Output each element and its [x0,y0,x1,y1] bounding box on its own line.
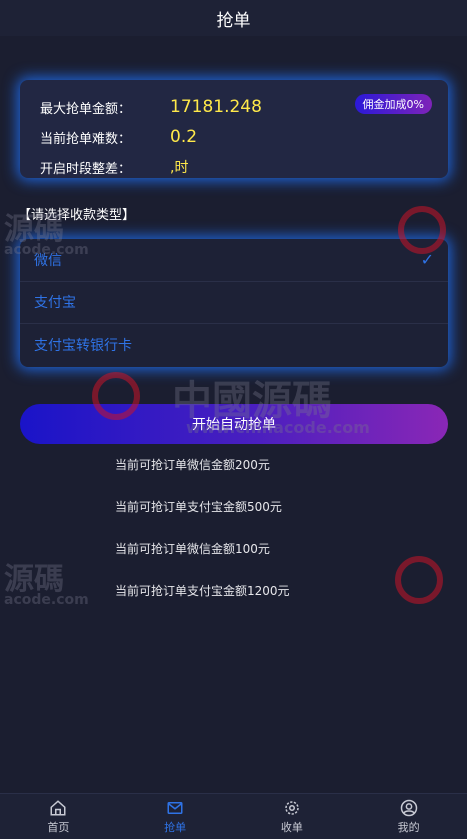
page-title: 抢单 [216,10,251,31]
difficulty-label: 当前抢单难数： [40,131,132,147]
order-line: 当前可抢订单微信金额100元 [115,542,270,556]
difficulty-row: 当前抢单难数： 0.2 [40,122,428,152]
mail-icon [167,801,183,814]
tab-receive[interactable]: 收单 [234,794,351,839]
payment-option-alipay-to-bank[interactable]: 支付宝转银行卡 [20,324,448,367]
order-line: 当前可抢订单支付宝金额500元 [115,500,282,514]
home-icon [50,799,66,815]
tab-home[interactable]: 首页 [0,794,117,839]
tab-label: 我的 [397,820,420,834]
checkmark-icon: ✓ [420,250,434,270]
tab-grab[interactable]: 抢单 [117,794,234,839]
order-line: 当前可抢订单支付宝金额1200元 [115,584,290,598]
gear-icon [285,800,299,815]
watermark-logo-icon [395,556,443,604]
period-label: 开启时段整差： [40,161,132,177]
tab-label: 收单 [280,820,303,834]
start-auto-grab-button[interactable]: 开始自动抢单 [20,404,448,444]
user-icon [400,799,417,816]
tab-mine[interactable]: 我的 [350,794,467,839]
watermark-url: acode.com [4,592,89,608]
payment-option-wechat[interactable]: 微信 ✓ [20,239,448,282]
max-amount-value: 17181.248 [170,97,262,117]
payment-option-label: 支付宝转银行卡 [34,338,132,355]
commission-badge: 佣金加成0% [354,94,432,114]
difficulty-value: 0.2 [170,127,198,147]
period-row: 开启时段整差： ,时 [40,152,428,182]
payment-type-list: 微信 ✓ 支付宝 支付宝转银行卡 [20,239,448,367]
payment-option-label: 微信 [34,252,62,269]
max-amount-label: 最大抢单金额： [40,101,132,117]
tab-label: 首页 [47,820,70,834]
payment-type-title: 【请选择收款类型】 [18,208,136,223]
payment-option-label: 支付宝 [34,295,76,312]
watermark-text: 源碼 [4,562,64,597]
top-bar: 抢单 [0,0,467,36]
order-line: 当前可抢订单微信金额200元 [115,458,270,472]
bottom-tab-bar: 首页 抢单 收单 我的 [0,793,467,839]
grab-info-card: 最大抢单金额： 17181.248 当前抢单难数： 0.2 开启时段整差： ,时… [20,80,448,178]
tab-label: 抢单 [164,820,187,834]
period-value: ,时 [170,160,189,176]
payment-option-alipay[interactable]: 支付宝 [20,282,448,325]
